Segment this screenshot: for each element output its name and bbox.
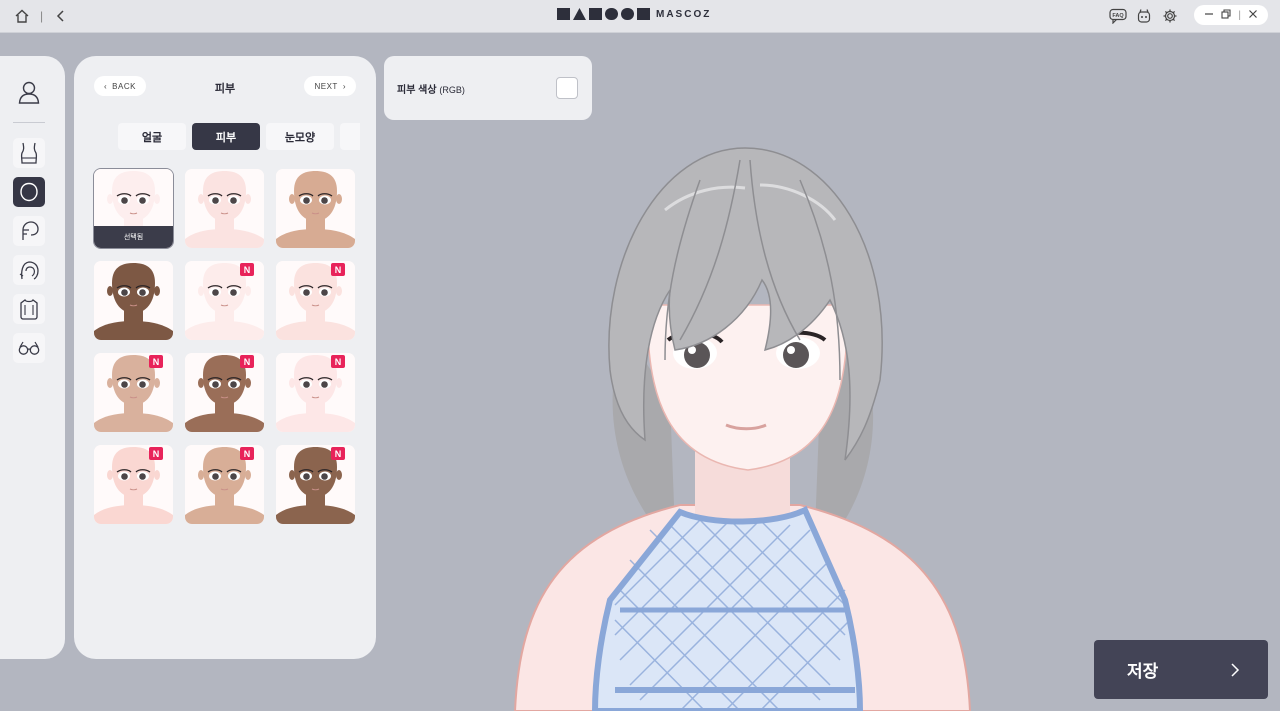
hair-icon <box>22 221 39 240</box>
skin-option[interactable]: N <box>276 261 355 340</box>
sidebar-item-outfit[interactable] <box>13 294 45 324</box>
skin-option[interactable]: N <box>185 445 264 524</box>
category-list <box>13 138 45 363</box>
home-icon[interactable] <box>12 6 32 26</box>
sidebar-item-hair-front[interactable] <box>13 216 45 246</box>
face-thumbnail <box>276 169 355 248</box>
sidebar-item-face[interactable] <box>13 177 45 207</box>
skin-option[interactable]: N <box>94 353 173 432</box>
new-badge: N <box>331 263 345 276</box>
sweater-icon <box>20 299 38 320</box>
character-icon[interactable] <box>1134 6 1154 26</box>
skin-color-subtitle: (RGB) <box>439 85 465 95</box>
separator: | <box>40 9 44 23</box>
chevron-right-icon <box>1231 662 1240 677</box>
chevron-left-icon[interactable] <box>51 6 71 26</box>
head-hair-icon <box>19 261 39 280</box>
sidebar-item-hair-back[interactable] <box>13 255 45 285</box>
new-badge: N <box>149 447 163 460</box>
skin-option[interactable] <box>276 169 355 248</box>
skin-color-card: 피부 색상 (RGB) <box>384 56 592 120</box>
new-badge: N <box>331 355 345 368</box>
skin-option[interactable]: N <box>276 445 355 524</box>
avatar-preview <box>513 147 972 711</box>
logo-text: MASCOZ <box>656 8 712 20</box>
title-bar: | MASCOZ FAQ | <box>0 0 1280 33</box>
chevron-right-icon: › <box>342 81 346 91</box>
sidebar-divider <box>13 122 45 123</box>
new-badge: N <box>149 355 163 368</box>
app-logo: MASCOZ <box>557 8 711 20</box>
tab-eye-shape[interactable]: 눈모양 <box>266 123 334 150</box>
separator: | <box>1238 9 1241 21</box>
skin-option[interactable]: N <box>185 353 264 432</box>
topbar-tools: FAQ <box>1108 6 1180 26</box>
skin-option[interactable]: N <box>94 445 173 524</box>
face-thumbnail <box>185 169 264 248</box>
tab-skin[interactable]: 피부 <box>192 123 260 150</box>
face-outline-icon <box>20 182 38 202</box>
save-button[interactable]: 저장 <box>1094 640 1268 699</box>
sidebar-item-accessory[interactable] <box>13 333 45 363</box>
skin-panel: ‹ BACK 피부 NEXT › 얼굴 피부 눈모양 눈 선택됨NNNNNNNN <box>74 56 376 659</box>
glasses-icon <box>18 341 40 355</box>
skin-option[interactable]: N <box>276 353 355 432</box>
tab-eyes[interactable]: 눈 <box>340 123 360 150</box>
new-badge: N <box>240 355 254 368</box>
skin-option[interactable] <box>185 169 264 248</box>
next-label: NEXT <box>314 81 338 91</box>
restore-icon[interactable] <box>1221 8 1231 22</box>
torso-icon <box>20 142 38 164</box>
gear-icon[interactable] <box>1160 6 1180 26</box>
skin-color-title: 피부 색상 <box>397 85 437 96</box>
window-controls: | <box>1194 5 1268 25</box>
minimize-icon[interactable] <box>1204 8 1214 22</box>
new-badge: N <box>240 447 254 460</box>
selected-label: 선택됨 <box>94 226 173 248</box>
skin-color-swatch[interactable] <box>556 77 578 99</box>
skin-option[interactable]: 선택됨 <box>93 168 174 249</box>
tab-face[interactable]: 얼굴 <box>118 123 186 150</box>
skin-color-label: 피부 색상 (RGB) <box>397 81 465 96</box>
faq-label: FAQ <box>1112 13 1124 19</box>
face-thumbnail <box>94 261 173 340</box>
save-label: 저장 <box>1127 662 1159 681</box>
close-icon[interactable] <box>1248 8 1258 22</box>
new-badge: N <box>240 263 254 276</box>
logo-mark <box>557 8 650 20</box>
skin-option[interactable] <box>94 261 173 340</box>
person-icon <box>18 81 40 104</box>
sub-tabs: 얼굴 피부 눈모양 눈 <box>118 123 360 151</box>
sidebar-item-body[interactable] <box>13 138 45 168</box>
new-badge: N <box>331 447 345 460</box>
next-button[interactable]: NEXT › <box>304 76 356 96</box>
skin-grid: 선택됨 N N N N N N N N <box>93 168 355 524</box>
profile-button[interactable] <box>13 77 45 107</box>
faq-icon[interactable]: FAQ <box>1108 6 1128 26</box>
nav-controls: | <box>12 6 71 26</box>
skin-option[interactable]: N <box>185 261 264 340</box>
